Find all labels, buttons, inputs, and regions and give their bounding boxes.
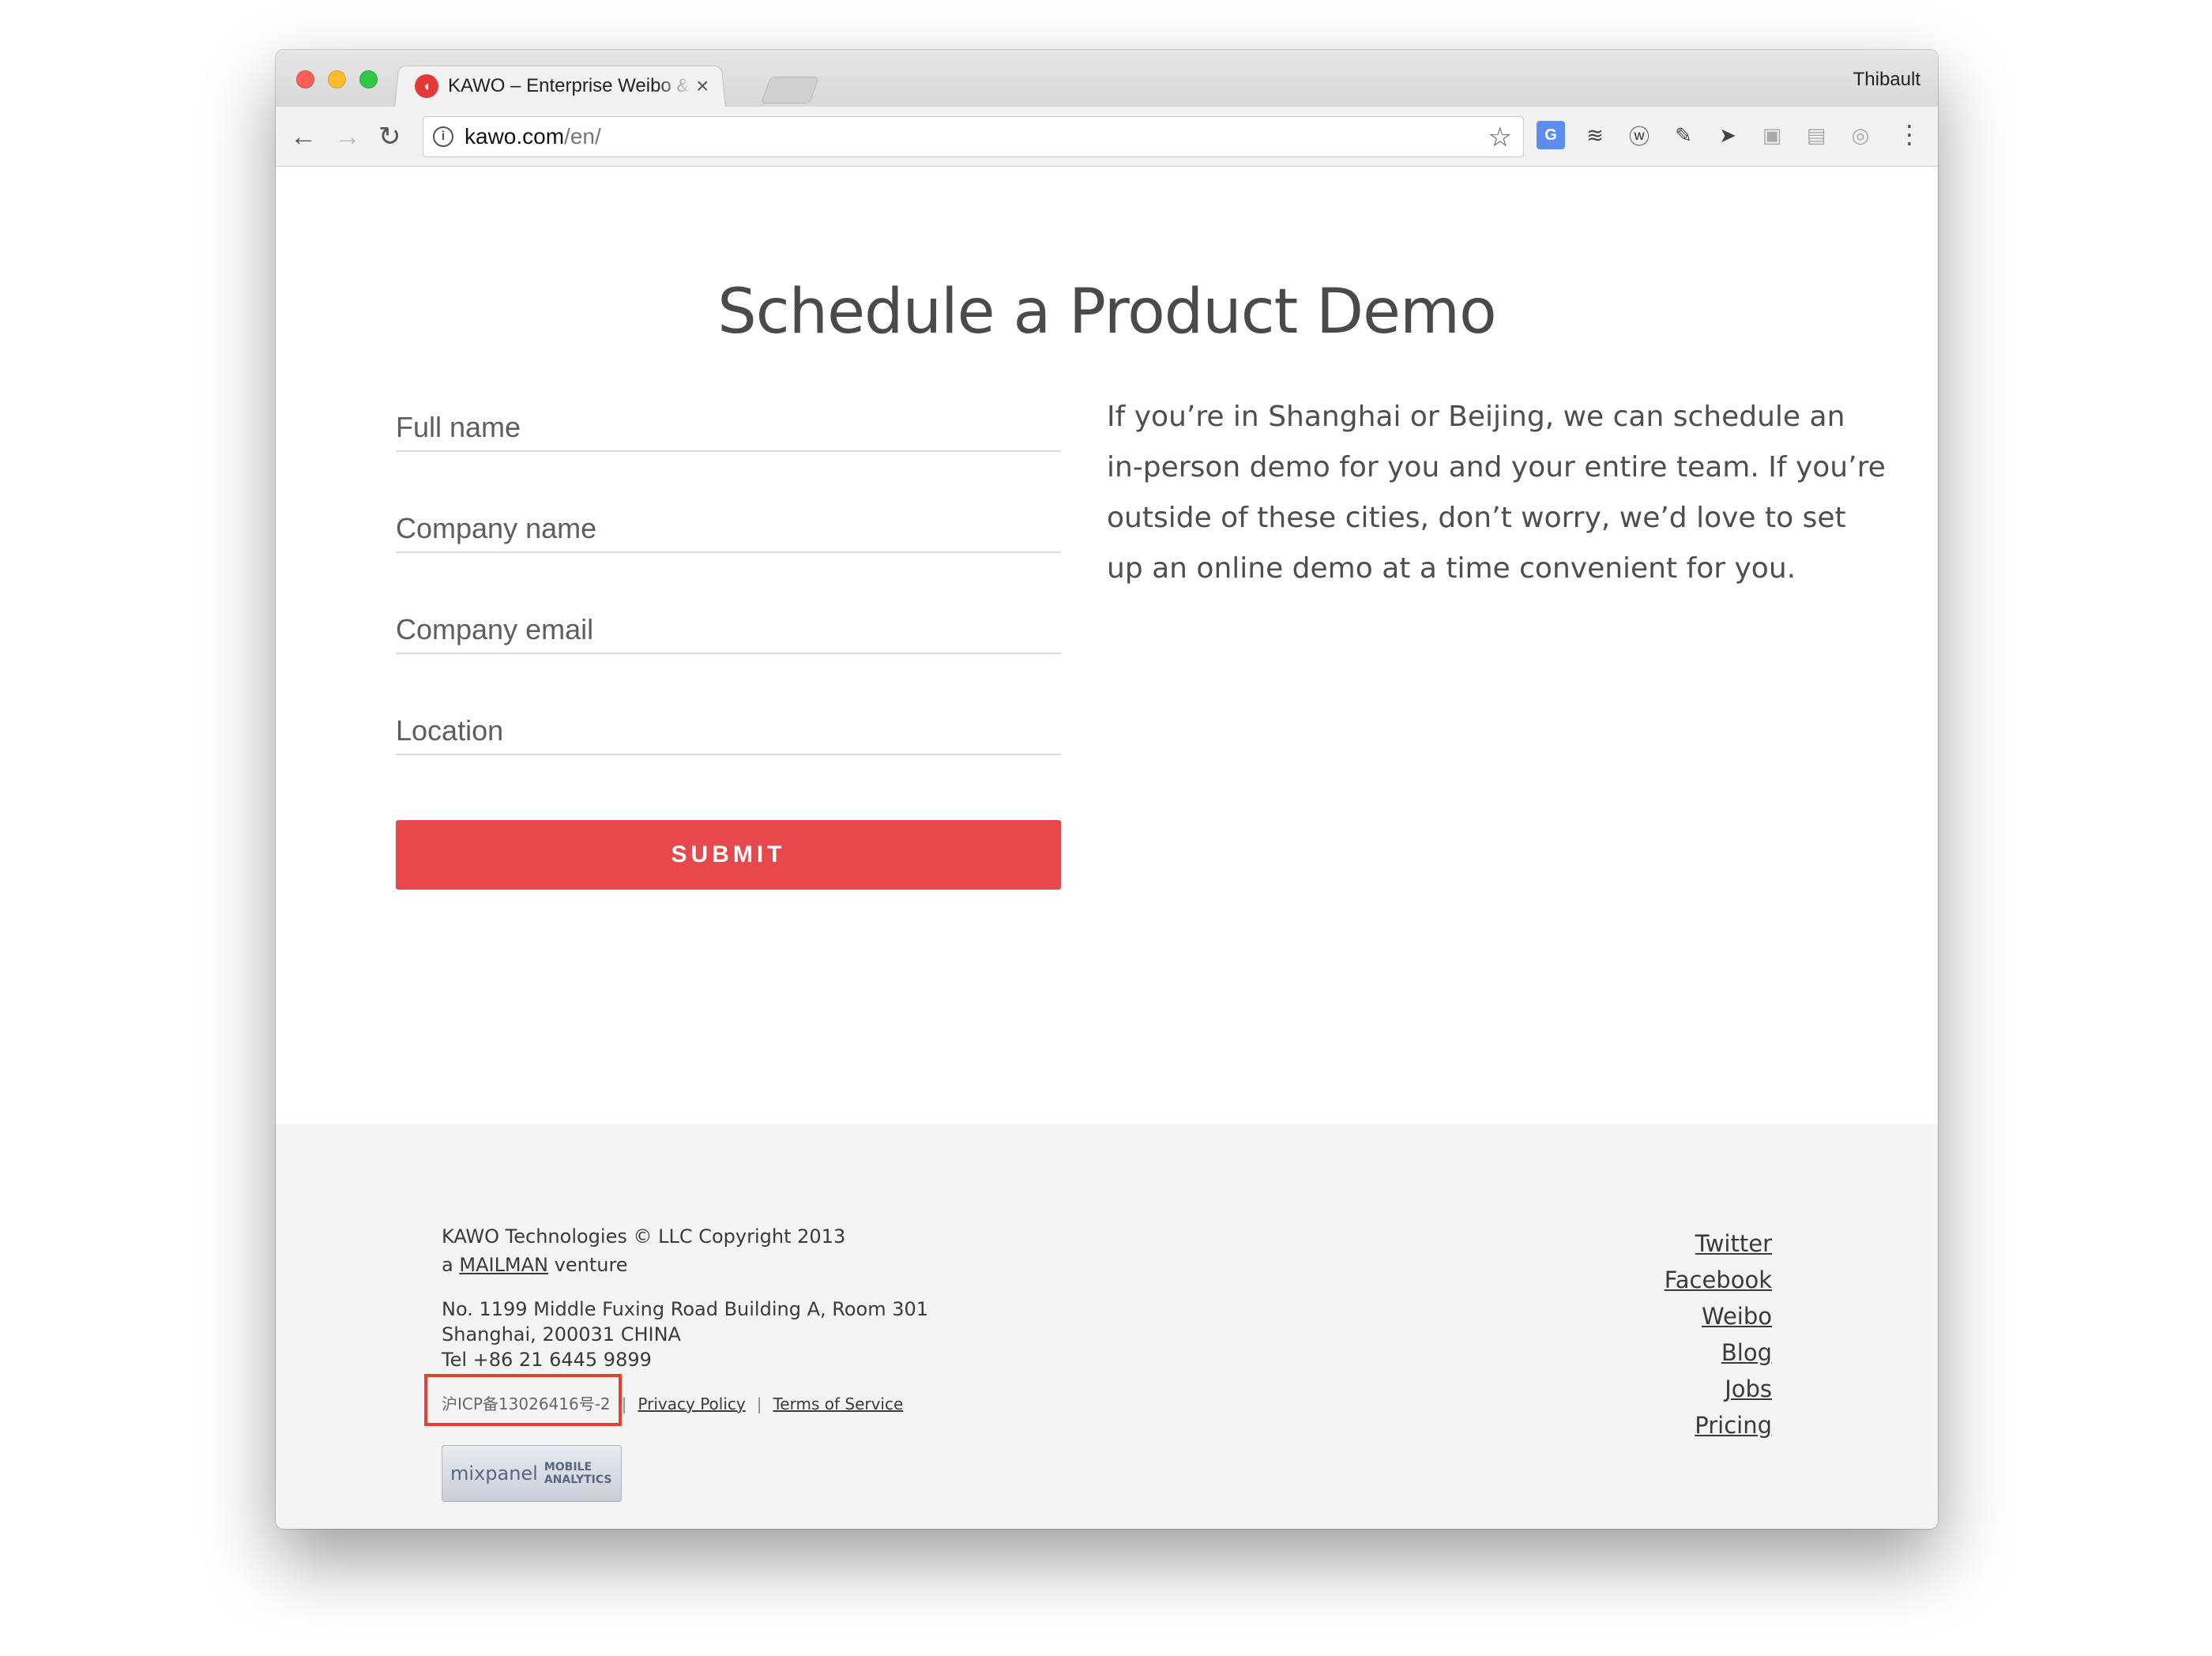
tab-title: KAWO – Enterprise Weibo & WeChat — [448, 75, 693, 96]
evernote-icon[interactable]: ▣ — [1758, 121, 1786, 149]
demo-form: SUBMIT — [396, 381, 1061, 890]
footer: KAWO Technologies © LLC Copyright 2013 a… — [276, 1124, 1938, 1529]
page-content: Schedule a Product Demo SUBMIT If you’re… — [276, 167, 1938, 1529]
venture-suffix: venture — [554, 1254, 628, 1276]
mixpanel-badge[interactable]: mixpanel MOBILE ANALYTICS — [442, 1445, 622, 1502]
page-title: Schedule a Product Demo — [717, 277, 1497, 348]
phone-number: Tel +86 21 6445 9899 — [442, 1349, 652, 1371]
address-line-2: Shanghai, 200031 CHINA — [442, 1323, 681, 1346]
address-line-1: No. 1199 Middle Fuxing Road Building A, … — [442, 1298, 929, 1320]
browser-tab-content: ◖ KAWO – Enterprise Weibo & WeChat × — [415, 67, 723, 105]
tab-close-icon[interactable]: × — [696, 73, 709, 99]
footer-info: KAWO Technologies © LLC Copyright 2013 a… — [424, 1222, 928, 1502]
jobs-link[interactable]: Jobs — [1665, 1371, 1772, 1407]
reload-icon[interactable]: ↻ — [378, 121, 401, 152]
browser-window: ◖ KAWO – Enterprise Weibo & WeChat × Thi… — [276, 50, 1938, 1529]
blog-link[interactable]: Blog — [1665, 1334, 1772, 1371]
zoom-window-button[interactable] — [359, 70, 378, 88]
separator: | — [621, 1394, 627, 1413]
privacy-policy-link[interactable]: Privacy Policy — [638, 1390, 745, 1418]
screenshot-icon[interactable]: ▤ — [1802, 121, 1830, 149]
url-path: /en/ — [564, 124, 601, 149]
company-name-input[interactable] — [396, 512, 1061, 545]
full-name-input[interactable] — [396, 411, 1061, 444]
cursor-icon[interactable]: ➤ — [1714, 121, 1742, 149]
info-icon[interactable]: i — [433, 126, 453, 147]
eyedropper-icon[interactable]: ✎ — [1669, 121, 1698, 149]
buffer-icon[interactable]: ≋ — [1581, 121, 1609, 149]
forward-arrow-icon[interactable]: → — [334, 121, 361, 152]
bookmark-star-icon[interactable]: ☆ — [1488, 122, 1512, 153]
back-arrow-icon[interactable]: ← — [290, 121, 317, 152]
profile-name[interactable]: Thibault — [1853, 69, 1920, 91]
icp-highlight-box — [424, 1374, 622, 1426]
translate-icon[interactable]: G — [1537, 121, 1565, 149]
footer-links: Twitter Facebook Weibo Blog Jobs Pricing — [1665, 1225, 1772, 1443]
company-email-field — [396, 583, 1061, 654]
title-bar: ◖ KAWO – Enterprise Weibo & WeChat × Thi… — [276, 50, 1938, 108]
mixpanel-caption: MOBILE ANALYTICS — [544, 1461, 612, 1486]
terms-of-service-link[interactable]: Terms of Service — [773, 1390, 903, 1418]
browser-toolbar: ← → ↻ i kawo.com /en/ ☆ G ≋ ⓦ ✎ ➤ ▣ ▤ ◎ … — [276, 107, 1938, 167]
venture-line: a MAILMAN venture — [442, 1251, 928, 1279]
venture-prefix: a — [442, 1254, 453, 1276]
misc-extension-icon[interactable]: ◎ — [1846, 121, 1875, 149]
new-tab-button[interactable] — [760, 77, 820, 104]
company-email-input[interactable] — [396, 613, 1061, 646]
location-input[interactable] — [396, 714, 1061, 747]
twitter-link[interactable]: Twitter — [1665, 1225, 1772, 1262]
minimize-window-button[interactable] — [328, 70, 346, 88]
wordpress-icon[interactable]: ⓦ — [1625, 121, 1653, 149]
kawo-favicon-icon: ◖ — [415, 74, 438, 98]
address-block: No. 1199 Middle Fuxing Road Building A, … — [442, 1297, 928, 1372]
pricing-link[interactable]: Pricing — [1665, 1407, 1772, 1443]
mixpanel-logo: mixpanel — [450, 1462, 538, 1485]
separator: | — [756, 1394, 762, 1413]
full-name-field — [396, 381, 1061, 452]
intro-text: If you’re in Shanghai or Beijing, we can… — [1107, 401, 1886, 585]
more-menu-icon[interactable]: ⋮ — [1897, 119, 1922, 149]
close-window-button[interactable] — [296, 70, 314, 88]
url-host: kawo.com — [465, 124, 565, 149]
facebook-link[interactable]: Facebook — [1665, 1262, 1772, 1298]
legal-links: 沪ICP备13026416号-2 | Privacy Policy | Term… — [424, 1374, 928, 1426]
copyright-text: KAWO Technologies © LLC Copyright 2013 — [442, 1225, 846, 1248]
submit-button[interactable]: SUBMIT — [396, 820, 1061, 890]
location-field — [396, 684, 1061, 755]
weibo-link[interactable]: Weibo — [1665, 1298, 1772, 1334]
extension-icons: G ≋ ⓦ ✎ ➤ ▣ ▤ ◎ — [1537, 121, 1875, 149]
mailman-link[interactable]: MAILMAN — [459, 1254, 548, 1276]
company-name-field — [396, 482, 1061, 553]
address-bar[interactable]: i kawo.com /en/ ☆ — [423, 116, 1524, 157]
